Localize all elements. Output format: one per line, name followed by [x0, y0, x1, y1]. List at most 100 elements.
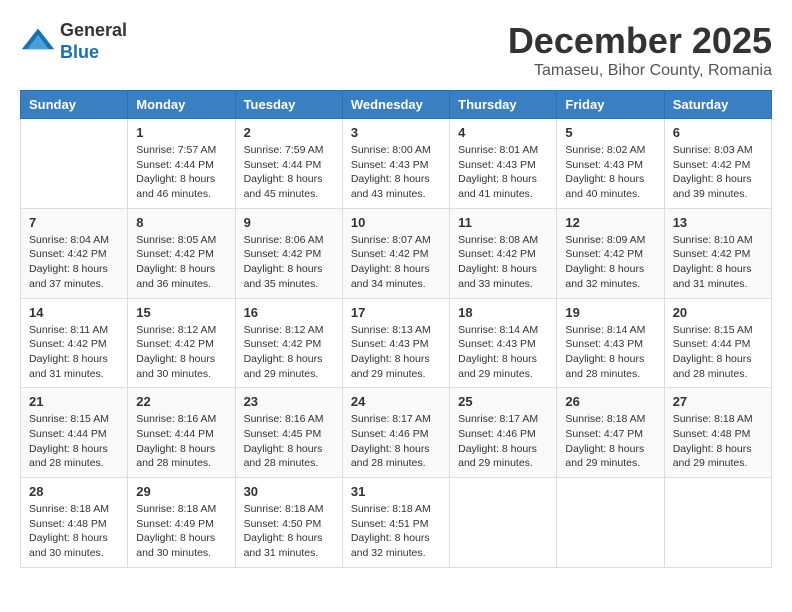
location: Tamaseu, Bihor County, Romania — [508, 62, 772, 80]
day-info: Sunrise: 8:18 AMSunset: 4:47 PMDaylight:… — [565, 412, 655, 471]
day-number: 20 — [673, 305, 763, 320]
day-info: Sunrise: 8:17 AMSunset: 4:46 PMDaylight:… — [458, 412, 548, 471]
day-number: 11 — [458, 215, 548, 230]
day-number: 13 — [673, 215, 763, 230]
day-info: Sunrise: 8:18 AMSunset: 4:49 PMDaylight:… — [136, 502, 226, 561]
day-info: Sunrise: 8:04 AMSunset: 4:42 PMDaylight:… — [29, 233, 119, 292]
day-info: Sunrise: 8:17 AMSunset: 4:46 PMDaylight:… — [351, 412, 441, 471]
day-number: 23 — [244, 394, 334, 409]
day-info: Sunrise: 8:18 AMSunset: 4:48 PMDaylight:… — [29, 502, 119, 561]
day-number: 2 — [244, 125, 334, 140]
weekday-header: Tuesday — [235, 91, 342, 119]
day-number: 4 — [458, 125, 548, 140]
day-info: Sunrise: 8:18 AMSunset: 4:51 PMDaylight:… — [351, 502, 441, 561]
calendar-cell: 20 Sunrise: 8:15 AMSunset: 4:44 PMDayligh… — [664, 298, 771, 388]
day-number: 26 — [565, 394, 655, 409]
calendar-cell: 8 Sunrise: 8:05 AMSunset: 4:42 PMDaylight… — [128, 208, 235, 298]
day-number: 21 — [29, 394, 119, 409]
logo-blue: Blue — [60, 42, 99, 62]
calendar-cell: 28 Sunrise: 8:18 AMSunset: 4:48 PMDayligh… — [21, 478, 128, 568]
month-title: December 2025 — [508, 20, 772, 62]
day-number: 27 — [673, 394, 763, 409]
day-number: 18 — [458, 305, 548, 320]
day-info: Sunrise: 8:06 AMSunset: 4:42 PMDaylight:… — [244, 233, 334, 292]
day-info: Sunrise: 8:00 AMSunset: 4:43 PMDaylight:… — [351, 143, 441, 202]
calendar-cell: 18Sunrise: 8:14 AMSunset: 4:43 PMDayligh… — [450, 298, 557, 388]
day-info: Sunrise: 8:12 AMSunset: 4:42 PMDaylight:… — [244, 323, 334, 382]
day-number: 6 — [673, 125, 763, 140]
day-info: Sunrise: 8:02 AMSunset: 4:43 PMDaylight:… — [565, 143, 655, 202]
day-number: 16 — [244, 305, 334, 320]
day-number: 1 — [136, 125, 226, 140]
day-number: 25 — [458, 394, 548, 409]
weekday-header: Wednesday — [342, 91, 449, 119]
calendar-cell: 11 Sunrise: 8:08 AMSunset: 4:42 PMDayligh… — [450, 208, 557, 298]
day-info: Sunrise: 8:12 AMSunset: 4:42 PMDaylight:… — [136, 323, 226, 382]
day-number: 17 — [351, 305, 441, 320]
weekday-header: Sunday — [21, 91, 128, 119]
day-number: 22 — [136, 394, 226, 409]
calendar-cell: 22Sunrise: 8:16 AMSunset: 4:44 PMDayligh… — [128, 388, 235, 478]
calendar-cell: 9Sunrise: 8:06 AMSunset: 4:42 PMDaylight… — [235, 208, 342, 298]
day-number: 30 — [244, 484, 334, 499]
day-number: 29 — [136, 484, 226, 499]
day-number: 28 — [29, 484, 119, 499]
day-info: Sunrise: 8:18 AMSunset: 4:48 PMDaylight:… — [673, 412, 763, 471]
day-info: Sunrise: 7:57 AMSunset: 4:44 PMDaylight:… — [136, 143, 226, 202]
day-info: Sunrise: 8:15 AMSunset: 4:44 PMDaylight:… — [673, 323, 763, 382]
day-number: 8 — [136, 215, 226, 230]
calendar-cell: 3Sunrise: 8:00 AMSunset: 4:43 PMDaylight… — [342, 119, 449, 209]
day-info: Sunrise: 8:11 AMSunset: 4:42 PMDaylight:… — [29, 323, 119, 382]
day-info: Sunrise: 8:07 AMSunset: 4:42 PMDaylight:… — [351, 233, 441, 292]
calendar-cell: 2 Sunrise: 7:59 AMSunset: 4:44 PMDaylight… — [235, 119, 342, 209]
day-info: Sunrise: 8:09 AMSunset: 4:42 PMDaylight:… — [565, 233, 655, 292]
day-info: Sunrise: 8:05 AMSunset: 4:42 PMDaylight:… — [136, 233, 226, 292]
calendar-cell: 12 Sunrise: 8:09 AMSunset: 4:42 PMDayligh… — [557, 208, 664, 298]
calendar-cell: 31 Sunrise: 8:18 AMSunset: 4:51 PMDayligh… — [342, 478, 449, 568]
calendar-cell: 25 Sunrise: 8:17 AMSunset: 4:46 PMDayligh… — [450, 388, 557, 478]
calendar-cell: 14 Sunrise: 8:11 AMSunset: 4:42 PMDayligh… — [21, 298, 128, 388]
weekday-header: Thursday — [450, 91, 557, 119]
calendar-cell: 7 Sunrise: 8:04 AMSunset: 4:42 PMDaylight… — [21, 208, 128, 298]
calendar-cell: 17Sunrise: 8:13 AMSunset: 4:43 PMDayligh… — [342, 298, 449, 388]
logo: General Blue — [20, 20, 127, 63]
day-info: Sunrise: 8:18 AMSunset: 4:50 PMDaylight:… — [244, 502, 334, 561]
calendar-cell: 23 Sunrise: 8:16 AMSunset: 4:45 PMDayligh… — [235, 388, 342, 478]
day-info: Sunrise: 8:01 AMSunset: 4:43 PMDaylight:… — [458, 143, 548, 202]
calendar-cell — [450, 478, 557, 568]
calendar-cell: 6 Sunrise: 8:03 AMSunset: 4:42 PMDaylight… — [664, 119, 771, 209]
day-info: Sunrise: 8:03 AMSunset: 4:42 PMDaylight:… — [673, 143, 763, 202]
weekday-header-row: SundayMondayTuesdayWednesdayThursdayFrid… — [21, 91, 772, 119]
calendar-cell — [664, 478, 771, 568]
day-info: Sunrise: 8:15 AMSunset: 4:44 PMDaylight:… — [29, 412, 119, 471]
calendar-cell: 10 Sunrise: 8:07 AMSunset: 4:42 PMDayligh… — [342, 208, 449, 298]
calendar-cell: 21 Sunrise: 8:15 AMSunset: 4:44 PMDayligh… — [21, 388, 128, 478]
day-number: 12 — [565, 215, 655, 230]
calendar-cell: 5 Sunrise: 8:02 AMSunset: 4:43 PMDaylight… — [557, 119, 664, 209]
calendar-cell: 24 Sunrise: 8:17 AMSunset: 4:46 PMDayligh… — [342, 388, 449, 478]
day-info: Sunrise: 7:59 AMSunset: 4:44 PMDaylight:… — [244, 143, 334, 202]
day-number: 5 — [565, 125, 655, 140]
logo-general: General — [60, 20, 127, 40]
calendar-cell: 29 Sunrise: 8:18 AMSunset: 4:49 PMDayligh… — [128, 478, 235, 568]
calendar-cell: 26 Sunrise: 8:18 AMSunset: 4:47 PMDayligh… — [557, 388, 664, 478]
day-number: 24 — [351, 394, 441, 409]
calendar-cell: 27 Sunrise: 8:18 AMSunset: 4:48 PMDayligh… — [664, 388, 771, 478]
day-number: 10 — [351, 215, 441, 230]
calendar-week-row: 14 Sunrise: 8:11 AMSunset: 4:42 PMDayligh… — [21, 298, 772, 388]
title-area: December 2025 Tamaseu, Bihor County, Rom… — [508, 20, 772, 80]
calendar-cell: 19Sunrise: 8:14 AMSunset: 4:43 PMDayligh… — [557, 298, 664, 388]
day-number: 14 — [29, 305, 119, 320]
day-number: 7 — [29, 215, 119, 230]
day-number: 15 — [136, 305, 226, 320]
calendar-cell: 1 Sunrise: 7:57 AMSunset: 4:44 PMDaylight… — [128, 119, 235, 209]
day-info: Sunrise: 8:16 AMSunset: 4:45 PMDaylight:… — [244, 412, 334, 471]
day-info: Sunrise: 8:08 AMSunset: 4:42 PMDaylight:… — [458, 233, 548, 292]
calendar-week-row: 21 Sunrise: 8:15 AMSunset: 4:44 PMDayligh… — [21, 388, 772, 478]
calendar-cell: 30 Sunrise: 8:18 AMSunset: 4:50 PMDayligh… — [235, 478, 342, 568]
calendar: SundayMondayTuesdayWednesdayThursdayFrid… — [20, 90, 772, 568]
calendar-cell — [557, 478, 664, 568]
calendar-cell: 16 Sunrise: 8:12 AMSunset: 4:42 PMDayligh… — [235, 298, 342, 388]
calendar-week-row: 28 Sunrise: 8:18 AMSunset: 4:48 PMDayligh… — [21, 478, 772, 568]
day-number: 31 — [351, 484, 441, 499]
